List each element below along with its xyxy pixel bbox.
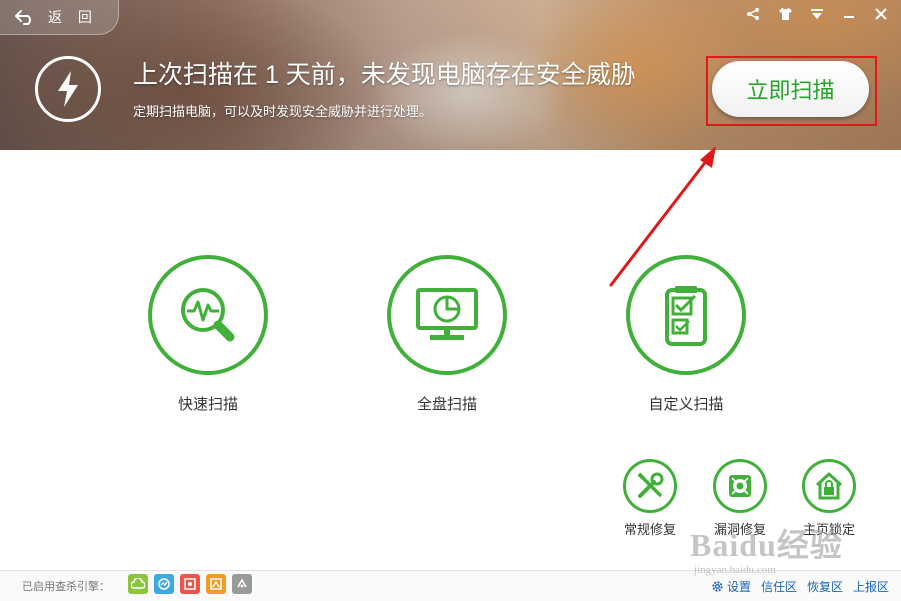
skin-icon[interactable]: [775, 4, 795, 24]
quick-scan-option[interactable]: 快速扫描: [128, 255, 288, 414]
footer-links: 设置 信任区 恢复区 上报区: [711, 578, 889, 595]
quick-scan-icon[interactable]: [148, 255, 268, 375]
quick-scan-label: 快速扫描: [177, 396, 238, 413]
back-label: 返 回: [48, 9, 98, 25]
home-lock-tool[interactable]: 主页锁定: [789, 459, 869, 538]
menu-icon[interactable]: [807, 4, 827, 24]
home-lock-label: 主页锁定: [802, 522, 855, 537]
report-zone-link[interactable]: 上报区: [853, 578, 889, 595]
regular-repair-tool[interactable]: 常规修复: [610, 459, 690, 538]
full-scan-label: 全盘扫描: [416, 396, 477, 413]
gear-icon: [712, 581, 723, 592]
back-arrow-icon: [15, 10, 31, 25]
close-icon[interactable]: [871, 4, 891, 24]
status-footer: 已启用查杀引擎： 设置 信任区 恢复区 上报区: [0, 570, 901, 601]
wrench-screwdriver-icon[interactable]: [623, 459, 677, 513]
vulnerability-fix-tool[interactable]: 漏洞修复: [700, 459, 780, 538]
lightning-icon: [58, 71, 78, 107]
full-scan-icon[interactable]: [387, 255, 507, 375]
system-repair-engine-icon[interactable]: [180, 574, 200, 594]
bitdefender-engine-icon[interactable]: [232, 574, 252, 594]
scan-status-subline: 定期扫描电脑，可以及时发现安全威胁并进行处理。: [133, 104, 433, 119]
avira-engine-icon[interactable]: [206, 574, 226, 594]
full-scan-option[interactable]: 全盘扫描: [367, 255, 527, 414]
settings-link[interactable]: 设置: [711, 578, 751, 595]
home-lock-icon[interactable]: [802, 459, 856, 513]
protection-status-icon: [35, 56, 101, 122]
custom-scan-icon[interactable]: [626, 255, 746, 375]
engines-label: 已启用查杀引擎：: [22, 581, 110, 593]
minimize-icon[interactable]: [839, 4, 859, 24]
custom-scan-label: 自定义扫描: [648, 396, 724, 413]
custom-scan-option[interactable]: 自定义扫描: [606, 255, 766, 414]
regular-repair-label: 常规修复: [623, 522, 676, 537]
settings-label: 设置: [726, 580, 751, 594]
scan-now-button[interactable]: 立即扫描: [712, 61, 869, 117]
cloud-engine-icon[interactable]: [128, 574, 148, 594]
vulnerability-fix-icon[interactable]: [713, 459, 767, 513]
back-button[interactable]: 返 回: [0, 0, 119, 35]
window-controls: [743, 4, 891, 24]
vulnerability-fix-label: 漏洞修复: [713, 522, 766, 537]
scan-status-headline: 上次扫描在 1 天前，未发现电脑存在安全威胁: [133, 61, 636, 89]
engine-icons: [128, 574, 252, 594]
trust-zone-link[interactable]: 信任区: [761, 578, 797, 595]
qvm-engine-icon[interactable]: [154, 574, 174, 594]
restore-zone-link[interactable]: 恢复区: [807, 578, 843, 595]
share-icon[interactable]: [743, 4, 763, 24]
